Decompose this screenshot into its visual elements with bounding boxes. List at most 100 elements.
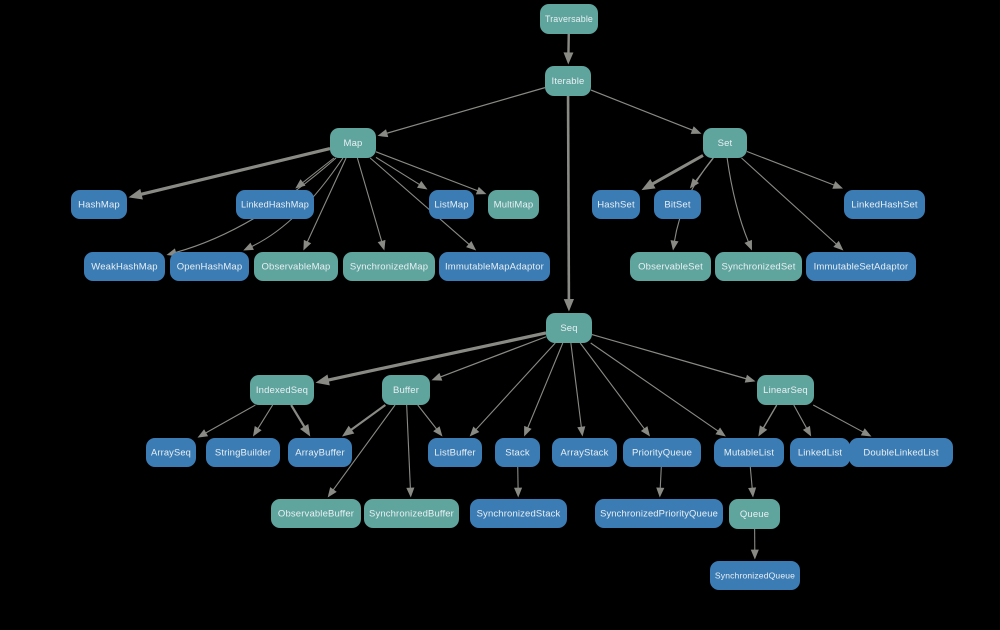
edge-map-to-listmap	[375, 156, 421, 186]
node-stringbuilder[interactable]: StringBuilder	[206, 438, 280, 467]
edge-arrowhead	[416, 180, 428, 190]
node-box[interactable]	[428, 438, 482, 467]
node-immutablesetadaptor[interactable]: ImmutableSetAdaptor	[806, 252, 916, 281]
edge-mutablelist-to-queue	[749, 466, 753, 489]
node-bitset[interactable]: BitSet	[654, 190, 701, 219]
edge-map-to-linkedhashmap	[302, 157, 335, 184]
node-linkedhashset[interactable]: LinkedHashSet	[844, 190, 925, 219]
node-box[interactable]	[146, 438, 196, 467]
edge-seq-to-stack	[527, 342, 564, 429]
edge-arrowhead	[197, 429, 209, 438]
node-box[interactable]	[250, 375, 314, 405]
node-box[interactable]	[592, 190, 640, 219]
edge-iterable-to-map	[386, 87, 546, 134]
node-box[interactable]	[540, 4, 598, 34]
node-box[interactable]	[545, 66, 591, 96]
node-arraybuffer[interactable]: ArrayBuffer	[288, 438, 352, 467]
node-box[interactable]	[757, 375, 814, 405]
node-listbuffer[interactable]: ListBuffer	[428, 438, 482, 467]
node-box[interactable]	[330, 128, 376, 158]
node-box[interactable]	[710, 561, 800, 590]
node-box[interactable]	[806, 252, 916, 281]
node-weakhashmap[interactable]: WeakHashMap	[84, 252, 165, 281]
node-priorityqueue[interactable]: PriorityQueue	[623, 438, 701, 467]
edge-arrowhead	[563, 52, 574, 65]
node-synchronizedmap[interactable]: SynchronizedMap	[343, 252, 435, 281]
node-box[interactable]	[844, 190, 925, 219]
node-indexedseq[interactable]: IndexedSeq	[250, 375, 314, 405]
node-box[interactable]	[488, 190, 539, 219]
node-synchronizedbuffer[interactable]: SynchronizedBuffer	[364, 499, 459, 528]
edge-seq-to-listbuffer	[475, 342, 556, 431]
node-linearseq[interactable]: LinearSeq	[757, 375, 814, 405]
node-multimap[interactable]: MultiMap	[488, 190, 539, 219]
node-box[interactable]	[790, 438, 850, 467]
node-listmap[interactable]: ListMap	[429, 190, 474, 219]
node-openhashmap[interactable]: OpenHashMap	[170, 252, 249, 281]
edge-arrowhead	[377, 239, 386, 251]
node-stack[interactable]: Stack	[495, 438, 540, 467]
node-immutablemapadaptor[interactable]: ImmutableMapAdaptor	[439, 252, 550, 281]
node-arraystack[interactable]: ArrayStack	[552, 438, 617, 467]
edge-arrowhead	[327, 487, 337, 498]
edge-indexedseq-to-stringbuilder	[257, 404, 274, 430]
edge-set-to-linkedhashset	[746, 150, 835, 186]
node-seq[interactable]: Seq	[546, 313, 592, 343]
node-queue[interactable]: Queue	[729, 499, 780, 529]
node-box[interactable]	[236, 190, 314, 219]
node-synchronizedstack[interactable]: SynchronizedStack	[470, 499, 567, 528]
edge-arrowhead	[690, 126, 702, 134]
node-doublelinkedlist[interactable]: DoubleLinkedList	[849, 438, 953, 467]
node-box[interactable]	[288, 438, 352, 467]
node-hashset[interactable]: HashSet	[592, 190, 640, 219]
node-box[interactable]	[84, 252, 165, 281]
node-observablebuffer[interactable]: ObservableBuffer	[271, 499, 361, 528]
node-box[interactable]	[439, 252, 550, 281]
node-box[interactable]	[703, 128, 747, 158]
node-hashmap[interactable]: HashMap	[71, 190, 127, 219]
edge-arrowhead	[860, 428, 872, 437]
edge-map-to-multimap	[375, 151, 479, 192]
edge-arrowhead	[744, 374, 756, 383]
node-box[interactable]	[546, 313, 592, 343]
node-box[interactable]	[364, 499, 459, 528]
node-observableset[interactable]: ObservableSet	[630, 252, 711, 281]
edge-linearseq-to-doublelinkedlist	[812, 404, 864, 433]
node-synchronizedpriorityqueue[interactable]: SynchronizedPriorityQueue	[595, 499, 723, 528]
node-box[interactable]	[382, 375, 430, 405]
node-box[interactable]	[849, 438, 953, 467]
node-observablemap[interactable]: ObservableMap	[254, 252, 338, 281]
node-buffer[interactable]: Buffer	[382, 375, 430, 405]
node-mutablelist[interactable]: MutableList	[714, 438, 784, 467]
node-box[interactable]	[654, 190, 701, 219]
node-traversable[interactable]: Traversable	[540, 4, 598, 34]
node-box[interactable]	[470, 499, 567, 528]
node-box[interactable]	[715, 252, 802, 281]
node-box[interactable]	[630, 252, 711, 281]
node-map[interactable]: Map	[330, 128, 376, 158]
node-box[interactable]	[714, 438, 784, 467]
node-box[interactable]	[552, 438, 617, 467]
edge-set-to-hashset	[651, 154, 704, 186]
node-box[interactable]	[495, 438, 540, 467]
node-synchronizedset[interactable]: SynchronizedSet	[715, 252, 802, 281]
diagram-canvas: Traversable Iterable Map Set HashMap LinkedHa…	[0, 0, 1000, 630]
node-box[interactable]	[206, 438, 280, 467]
node-linkedhashmap[interactable]: LinkedHashMap	[236, 190, 314, 219]
node-box[interactable]	[170, 252, 249, 281]
node-box[interactable]	[429, 190, 474, 219]
node-arrayseq[interactable]: ArraySeq	[146, 438, 196, 467]
node-box[interactable]	[271, 499, 361, 528]
node-set[interactable]: Set	[703, 128, 747, 158]
node-linkedlist[interactable]: LinkedList	[790, 438, 850, 467]
node-box[interactable]	[595, 499, 723, 528]
node-box[interactable]	[729, 499, 780, 529]
node-box[interactable]	[343, 252, 435, 281]
node-box[interactable]	[623, 438, 701, 467]
node-iterable[interactable]: Iterable	[545, 66, 591, 96]
node-box[interactable]	[254, 252, 338, 281]
node-synchronizedqueue[interactable]: SynchronizedQueue	[710, 561, 800, 590]
edge-seq-to-linearseq	[591, 334, 747, 380]
edge-linearseq-to-linkedlist	[793, 404, 808, 429]
node-box[interactable]	[71, 190, 127, 219]
